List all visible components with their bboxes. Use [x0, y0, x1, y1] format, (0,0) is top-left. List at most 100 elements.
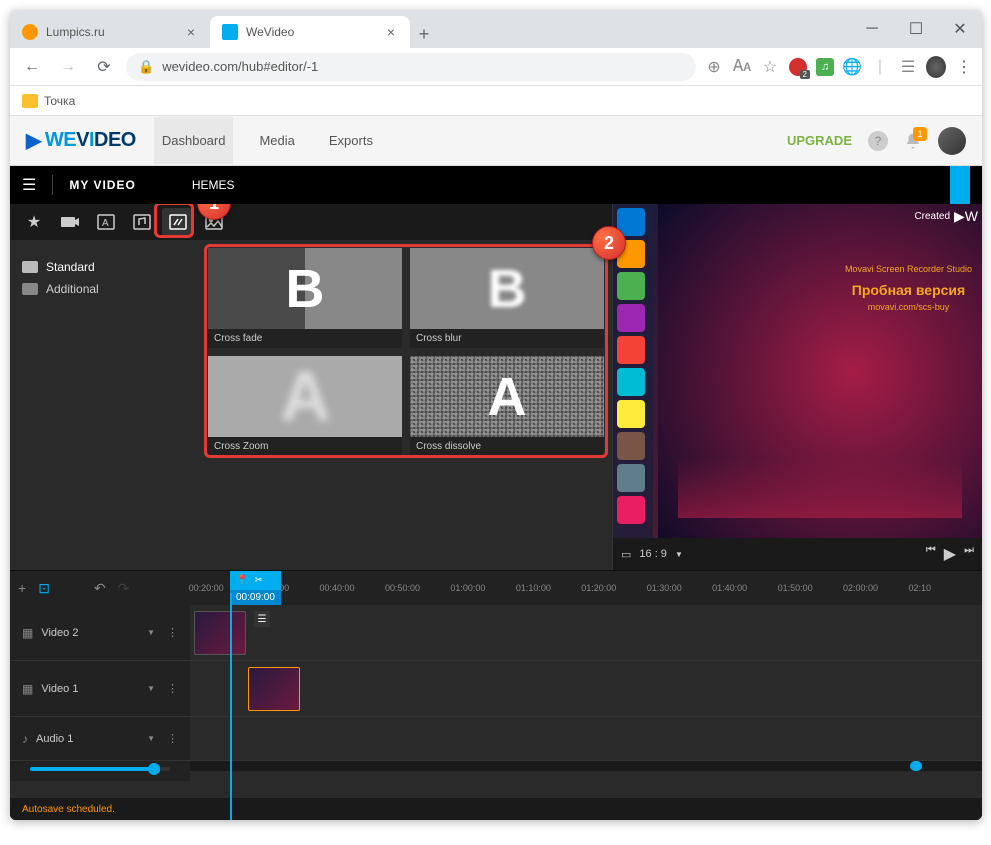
opera-ext-icon[interactable]: 2	[788, 57, 808, 77]
music-ext-icon[interactable]: ♫	[816, 58, 834, 76]
app-header: ▶ WEVIDEO Dashboard Media Exports UPGRAD…	[10, 116, 982, 166]
close-icon[interactable]: ×	[184, 25, 198, 39]
folder-label: Standard	[46, 260, 95, 274]
playhead-time: 00:09:00	[230, 590, 281, 605]
timeline-header: + ⊡ ↶ ↷ 00:20:00 00:30:00 00:40:00 00:50…	[10, 571, 982, 605]
transition-clip[interactable]: ☰	[254, 611, 270, 627]
chevron-down-icon[interactable]: ▼	[675, 550, 683, 559]
project-title: MY VIDEO	[69, 178, 135, 192]
track-content[interactable]: ☰	[190, 605, 982, 660]
translate-icon[interactable]: 🗛	[732, 57, 752, 77]
nav-exports[interactable]: Exports	[321, 117, 381, 164]
notification-bell-icon[interactable]: 1	[904, 132, 922, 150]
folder-icon	[22, 94, 38, 108]
zoom-slider[interactable]	[30, 767, 170, 771]
zoom-icon[interactable]: ⊕	[704, 57, 724, 77]
preview-controls: ▭ 16 : 9 ▼ ⏮ ▶ ⏭	[613, 538, 982, 570]
track-menu-icon[interactable]: ⋮	[167, 626, 178, 639]
track-content[interactable]	[190, 717, 982, 760]
timeline-scrollbar[interactable]	[190, 761, 982, 771]
transitions-tab-icon[interactable]	[162, 208, 194, 236]
playhead[interactable]: 📍 ✂ 00:09:00	[230, 571, 281, 605]
folder-label: Additional	[46, 282, 99, 296]
chevron-down-icon[interactable]: ▼	[147, 628, 155, 637]
globe-ext-icon[interactable]: 🌐	[842, 57, 862, 77]
bookmark-item[interactable]: Точка	[44, 94, 75, 108]
close-button[interactable]: ✕	[938, 13, 982, 45]
wevideo-logo[interactable]: ▶ WEVIDEO	[26, 128, 136, 153]
audio-tab-icon[interactable]	[126, 208, 158, 236]
video-clip[interactable]	[194, 611, 246, 655]
playhead-marker-icon: 📍	[236, 575, 248, 586]
reading-list-icon[interactable]: ☰	[898, 57, 918, 77]
svg-text:A: A	[102, 218, 109, 229]
track-name: Video 1	[41, 683, 78, 695]
media-tab-icon[interactable]	[54, 208, 86, 236]
transition-crossdissolve[interactable]: A Cross dissolve	[410, 356, 604, 456]
redo-button[interactable]: ↷	[118, 580, 130, 597]
notification-badge: 1	[913, 127, 927, 141]
favicon-wevideo	[222, 24, 238, 40]
video-track-icon: ▦	[22, 682, 33, 696]
chevron-down-icon[interactable]: ▼	[147, 734, 155, 743]
text-tab-icon[interactable]: A	[90, 208, 122, 236]
project-subheader: ☰ MY VIDEO HEMES	[10, 166, 982, 204]
close-icon[interactable]: ×	[384, 25, 398, 39]
undo-button[interactable]: ↶	[94, 580, 106, 597]
track-content[interactable]	[190, 661, 982, 716]
transition-label: Cross blur	[410, 329, 604, 348]
nav-media[interactable]: Media	[251, 117, 302, 164]
menu-icon[interactable]: ⋮	[954, 57, 974, 77]
aspect-icon[interactable]: ▭	[621, 548, 631, 561]
scrollbar-thumb[interactable]	[910, 761, 922, 771]
play-button[interactable]: ▶	[944, 544, 956, 564]
favorites-tab-icon[interactable]: ★	[18, 208, 50, 236]
star-icon[interactable]: ☆	[760, 57, 780, 77]
minimize-button[interactable]: ─	[850, 13, 894, 45]
upgrade-button[interactable]: UPGRADE	[787, 133, 852, 148]
track-video1: ▦ Video 1 ▼ ⋮	[10, 661, 982, 717]
nav-dashboard[interactable]: Dashboard	[154, 117, 234, 164]
next-button[interactable]: ⏭	[964, 544, 974, 564]
track-menu-icon[interactable]: ⋮	[167, 682, 178, 695]
chevron-down-icon[interactable]: ▼	[147, 684, 155, 693]
browser-tab-wevideo[interactable]: WeVideo ×	[210, 16, 410, 48]
time-tick: 02:10	[908, 583, 973, 593]
annotation-marker-1: 1	[197, 204, 231, 220]
track-menu-icon[interactable]: ⋮	[167, 732, 178, 745]
themes-label[interactable]: HEMES	[192, 178, 235, 192]
url-field[interactable]: 🔒 wevideo.com/hub#editor/-1	[126, 53, 696, 81]
maximize-button[interactable]: ☐	[894, 13, 938, 45]
add-track-button[interactable]: +	[18, 580, 26, 596]
time-tick: 01:20:00	[581, 583, 646, 593]
transition-crosszoom[interactable]: A Cross Zoom	[208, 356, 402, 456]
snap-button[interactable]: ⊡	[38, 580, 50, 597]
transitions-grid: 2 B Cross fade B Cross blur A Cross Zoom	[200, 240, 612, 570]
scissors-icon[interactable]: ✂	[254, 575, 262, 586]
video-clip[interactable]	[248, 667, 300, 711]
transition-crossfade[interactable]: B Cross fade	[208, 248, 402, 348]
browser-tab-lumpics[interactable]: Lumpics.ru ×	[10, 16, 210, 48]
time-tick: 01:30:00	[647, 583, 712, 593]
prev-button[interactable]: ⏮	[926, 544, 936, 564]
aspect-ratio[interactable]: 16 : 9	[639, 548, 667, 560]
url-text: wevideo.com/hub#editor/-1	[162, 59, 318, 74]
expand-button[interactable]	[950, 166, 970, 204]
folder-standard[interactable]: Standard	[22, 256, 188, 278]
back-button[interactable]: ←	[18, 53, 46, 81]
transition-label: Cross Zoom	[208, 437, 402, 456]
user-avatar[interactable]	[938, 127, 966, 155]
hamburger-icon[interactable]: ☰	[22, 175, 36, 195]
favicon-lumpics	[22, 24, 38, 40]
folder-additional[interactable]: Additional	[22, 278, 188, 300]
help-icon[interactable]: ?	[868, 131, 888, 151]
tab-title: WeVideo	[246, 25, 294, 39]
new-tab-button[interactable]: +	[410, 20, 438, 48]
forward-button[interactable]: →	[54, 53, 82, 81]
time-tick: 00:40:00	[320, 583, 385, 593]
time-tick: 01:00:00	[450, 583, 515, 593]
reload-button[interactable]: ⟳	[90, 53, 118, 81]
preview-viewport[interactable]: Created ▶W Movavi Screen Recorder Studio…	[613, 204, 982, 538]
profile-avatar[interactable]	[926, 57, 946, 77]
transition-crossblur[interactable]: B Cross blur	[410, 248, 604, 348]
